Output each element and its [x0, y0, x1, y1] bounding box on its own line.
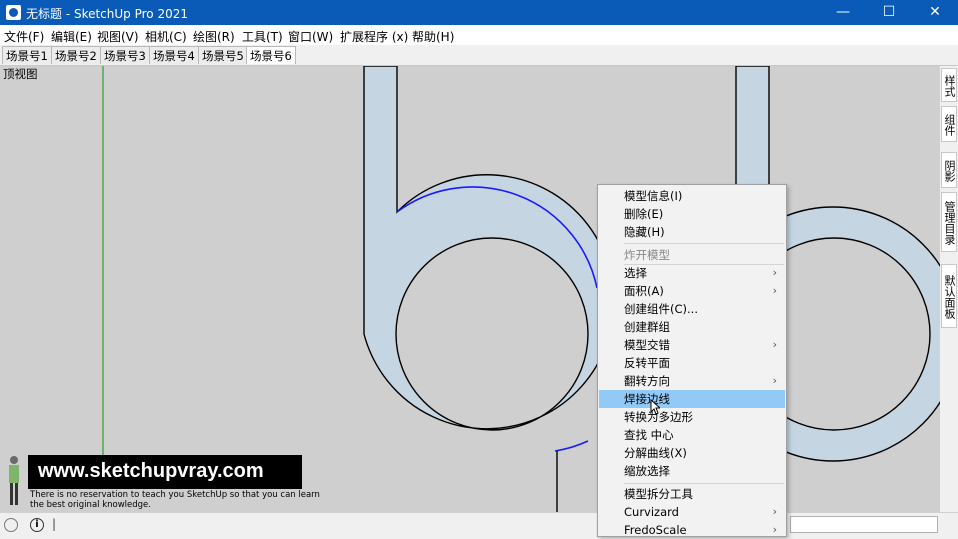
view-label: 顶视图 — [3, 67, 38, 81]
ctx-label: 反转平面 — [624, 356, 670, 370]
ctx-make-group[interactable]: 创建群组 — [599, 318, 785, 336]
ctx-make-component[interactable]: 创建组件(C)... — [599, 300, 785, 318]
close-button[interactable]: ✕ — [912, 0, 958, 25]
ctx-hide[interactable]: 隐藏(H) — [599, 223, 785, 241]
chevron-right-icon: › — [772, 523, 777, 536]
ctx-flip-along[interactable]: 翻转方向 › — [599, 372, 785, 390]
menu-draw[interactable]: 绘图(R) — [193, 28, 235, 45]
ctx-delete[interactable]: 删除(E) — [599, 205, 785, 223]
side-tab-default-tray[interactable]: 默认面板 — [941, 264, 957, 328]
maximize-button[interactable]: ☐ — [866, 0, 912, 25]
ctx-label: FredoScale — [624, 523, 687, 537]
ctx-label: 炸开模型 — [624, 248, 670, 262]
chevron-right-icon: › — [772, 505, 777, 518]
ctx-find-center[interactable]: 查找 中心 — [599, 426, 785, 444]
side-tab-components[interactable]: 组件 — [941, 106, 957, 142]
ctx-weld-edges[interactable]: 焊接边线 — [599, 390, 785, 408]
tab-scene-4[interactable]: 场景号4 — [149, 46, 199, 64]
model-drawing[interactable] — [0, 66, 940, 512]
menu-tools[interactable]: 工具(T) — [242, 28, 283, 45]
menu-camera[interactable]: 相机(C) — [145, 28, 187, 45]
ctx-separator — [624, 243, 784, 244]
chevron-right-icon: › — [772, 284, 777, 297]
measurements-input[interactable] — [790, 516, 938, 533]
ctx-label: 模型信息(I) — [624, 189, 683, 203]
person-figure-icon — [9, 456, 19, 505]
ctx-fredoscale[interactable]: FredoScale › — [599, 521, 785, 539]
ctx-label: 分解曲线(X) — [624, 446, 687, 460]
tab-scene-2[interactable]: 场景号2 — [51, 46, 101, 64]
ctx-label: 查找 中心 — [624, 428, 674, 442]
chevron-right-icon: › — [772, 266, 777, 279]
sketchup-logo-icon[interactable] — [6, 5, 21, 20]
side-tab-styles[interactable]: 样式 — [941, 68, 957, 102]
letter-b-shape — [363, 66, 615, 431]
mouse-pointer-icon — [650, 399, 660, 415]
ctx-label: 焊接边线 — [624, 392, 670, 406]
watermark-url: www.sketchupvray.com — [38, 460, 264, 482]
ctx-explode-curve[interactable]: 分解曲线(X) — [599, 444, 785, 462]
menu-edit[interactable]: 编辑(E) — [51, 28, 92, 45]
info-icon[interactable]: i — [30, 518, 44, 532]
selected-edge-arc-lower — [554, 440, 589, 452]
ctx-zoom-selection[interactable]: 缩放选择 — [599, 462, 785, 480]
scene-tabs: 场景号1 场景号2 场景号3 场景号4 场景号5 场景号6 — [0, 45, 958, 66]
ctx-label: 选择 — [624, 266, 647, 280]
ctx-curvizard[interactable]: Curvizard › — [599, 503, 785, 521]
status-bar: i | — [0, 512, 958, 538]
ctx-label: 模型交错 — [624, 338, 670, 352]
ctx-label: 隐藏(H) — [624, 225, 665, 239]
ctx-model-info[interactable]: 模型信息(I) — [599, 187, 785, 205]
menu-bar: 文件(F) 编辑(E) 视图(V) 相机(C) 绘图(R) 工具(T) 窗口(W… — [0, 25, 958, 45]
status-text-cursor: | — [52, 517, 57, 531]
ctx-label: 面积(A) — [624, 284, 664, 298]
ctx-reverse-faces[interactable]: 反转平面 — [599, 354, 785, 372]
menu-window[interactable]: 窗口(W) — [288, 28, 333, 45]
menu-extensions[interactable]: 扩展程序 (x) — [340, 28, 408, 45]
context-menu: 模型信息(I) 删除(E) 隐藏(H) 炸开模型 选择 › 面积(A) › 创建组件… — [597, 184, 787, 537]
menu-view[interactable]: 视图(V) — [97, 28, 139, 45]
ctx-convert-to-polygon[interactable]: 转换为多边形 — [599, 408, 785, 426]
side-panel: 样式 组件 阴影 管理目录 默认面板 — [940, 66, 958, 512]
ctx-label: Curvizard — [624, 505, 679, 519]
ctx-label: 创建组件(C)... — [624, 302, 698, 316]
tab-scene-6[interactable]: 场景号6 — [246, 46, 296, 64]
model-viewport[interactable]: 顶视图 — [0, 66, 940, 512]
chevron-right-icon: › — [772, 338, 777, 351]
ctx-label: 翻转方向 — [624, 374, 670, 388]
title-bar: 无标题 - SketchUp Pro 2021 — ☐ ✕ — [0, 0, 958, 25]
tab-scene-3[interactable]: 场景号3 — [100, 46, 150, 64]
ctx-label: 删除(E) — [624, 207, 664, 221]
ctx-intersect-faces[interactable]: 模型交错 › — [599, 336, 785, 354]
menu-help[interactable]: 帮助(H) — [412, 28, 454, 45]
menu-file[interactable]: 文件(F) — [4, 28, 44, 45]
lightbulb-icon[interactable] — [4, 518, 18, 532]
chevron-right-icon: › — [772, 374, 777, 387]
minimize-button[interactable]: — — [820, 0, 866, 25]
tab-scene-1[interactable]: 场景号1 — [2, 46, 52, 64]
ctx-label: 模型拆分工具 — [624, 487, 693, 501]
ctx-label: 缩放选择 — [624, 464, 670, 478]
window-title: 无标题 - SketchUp Pro 2021 — [26, 7, 188, 21]
ctx-model-split-tool[interactable]: 模型拆分工具 — [599, 485, 785, 503]
ctx-explode-model: 炸开模型 — [599, 246, 785, 264]
side-tab-shadows[interactable]: 阴影 — [941, 152, 957, 188]
ctx-label: 创建群组 — [624, 320, 670, 334]
watermark-tagline: There is no reservation to teach you Ske… — [30, 490, 320, 510]
tab-scene-5[interactable]: 场景号5 — [198, 46, 248, 64]
ctx-separator — [624, 483, 784, 484]
ctx-select[interactable]: 选择 › — [599, 264, 785, 282]
ctx-area[interactable]: 面积(A) › — [599, 282, 785, 300]
side-tab-manage[interactable]: 管理目录 — [941, 192, 957, 252]
